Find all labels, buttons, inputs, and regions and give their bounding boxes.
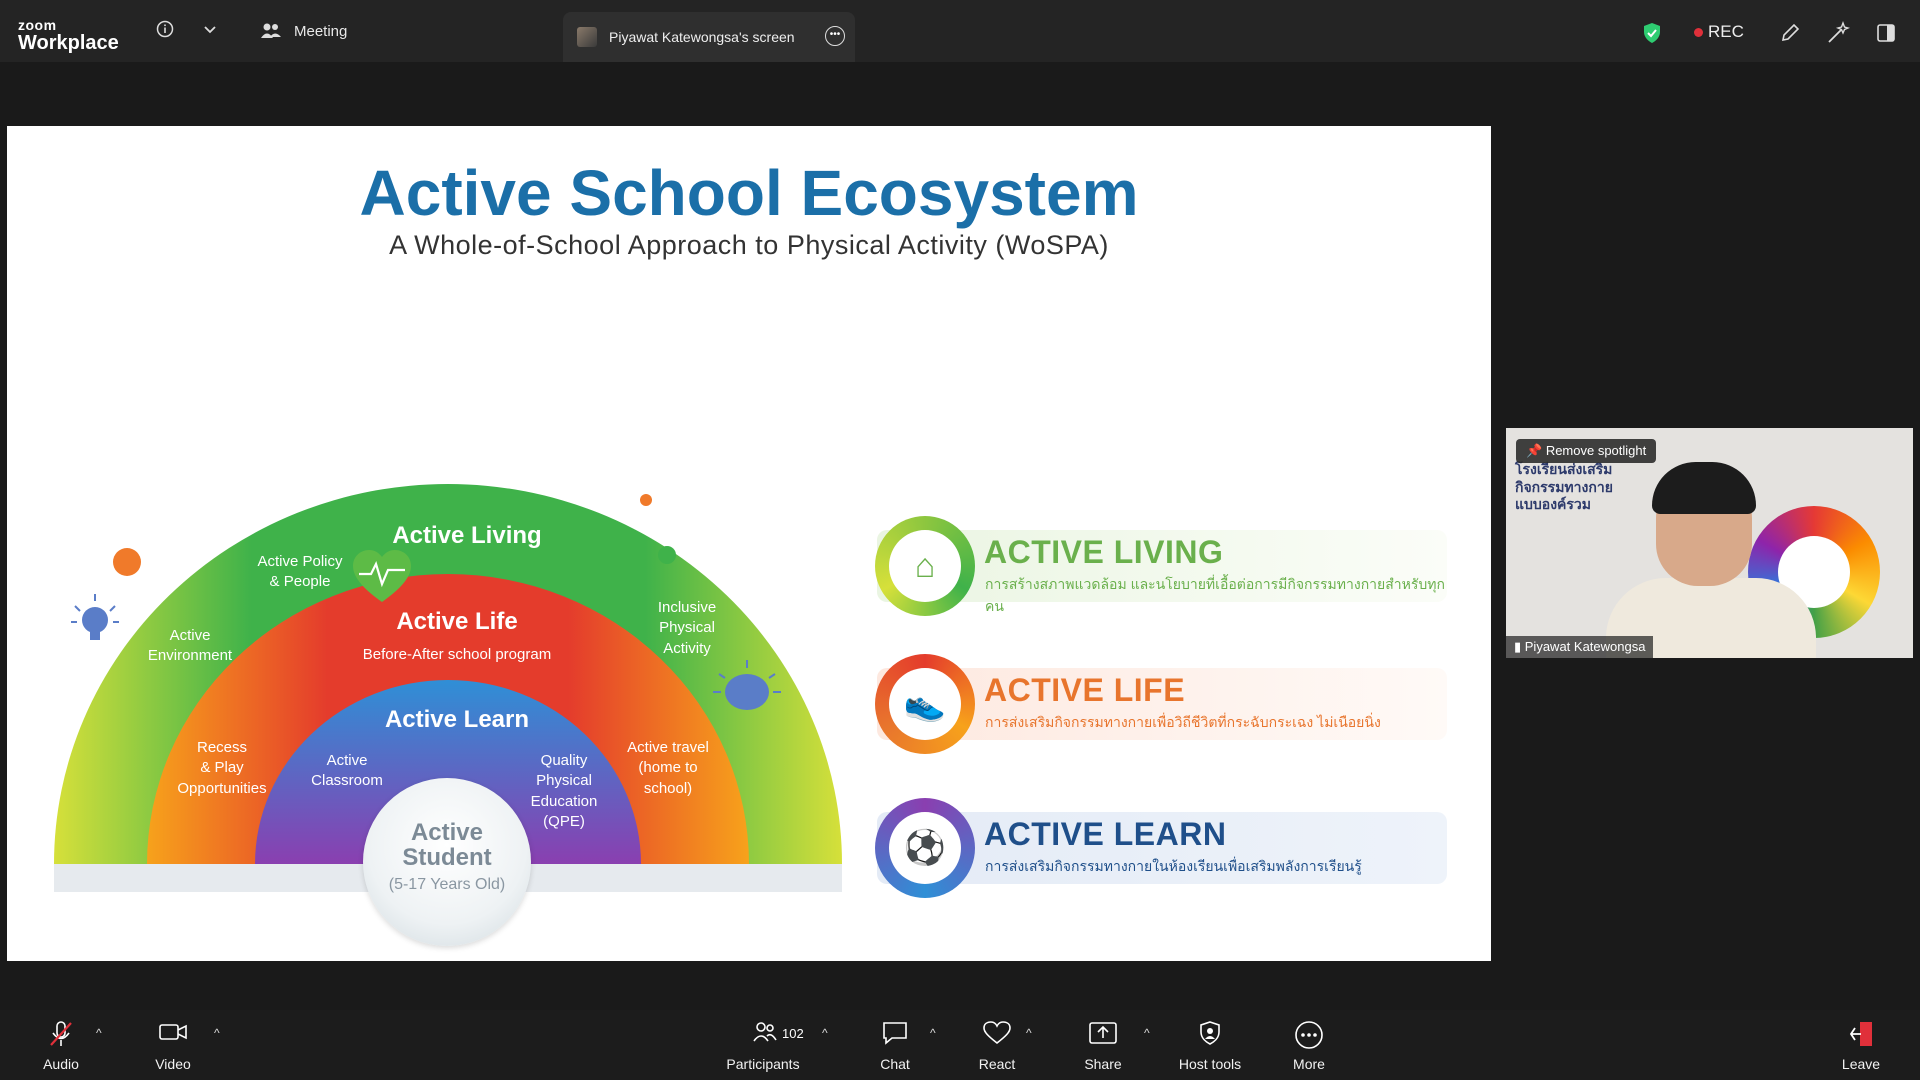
active-learn-title: Active Learn: [384, 706, 530, 733]
logo-big-text: Workplace: [18, 32, 119, 54]
active-environment-caption: Active Environment: [147, 627, 233, 665]
meeting-controls-bar: Audio ^ Video ^ 102 Participants ^ Chat …: [0, 1010, 1920, 1080]
security-shield-icon[interactable]: [1642, 22, 1662, 49]
chat-caret-icon[interactable]: ^: [930, 1026, 936, 1040]
share-screen-icon: [1088, 1020, 1118, 1051]
chat-bubble-icon: [881, 1020, 909, 1051]
more-options-icon[interactable]: •••: [825, 26, 845, 46]
zoom-logo: zoom Workplace: [18, 18, 119, 53]
pill-living-heading: ACTIVE LIVING: [984, 534, 1224, 570]
audio-caret-icon[interactable]: ^: [96, 1026, 102, 1040]
screen-share-tab-label: Piyawat Katewongsa's screen: [609, 29, 795, 45]
thai-line-3: แบบองค์รวม: [1515, 496, 1592, 512]
react-caret-icon[interactable]: ^: [1026, 1026, 1032, 1040]
share-button[interactable]: Share: [1078, 1010, 1128, 1080]
thai-line-2: กิจกรรมทางกาย: [1515, 478, 1613, 495]
active-policy-caption: Active Policy & People: [257, 553, 343, 591]
pill-active-living: ⌂ ACTIVE LIVING การสร้างสภาพแวดล้อม และน…: [875, 516, 1447, 616]
remove-spotlight-label: Remove spotlight: [1545, 443, 1647, 458]
green-dot-decoration: [658, 546, 676, 564]
share-label: Share: [1084, 1056, 1122, 1072]
audio-button[interactable]: Audio: [36, 1010, 86, 1080]
shared-screen: Active School Ecosystem A Whole-of-Schoo…: [7, 126, 1491, 961]
active-student-age: (5-17 Years Old): [388, 876, 506, 894]
pill-life-heading: ACTIVE LIFE: [984, 672, 1186, 708]
participants-button[interactable]: 102 Participants: [722, 1010, 804, 1080]
participant-name-tag: ▮ Piyawat Katewongsa: [1506, 636, 1654, 658]
pill-learn-desc: การส่งเสริมกิจกรรมทางกายในห้องเรียนเพื่อ…: [985, 858, 1362, 874]
participants-caret-icon[interactable]: ^: [822, 1026, 828, 1040]
meeting-tab[interactable]: Meeting: [260, 22, 347, 40]
chevron-down-icon[interactable]: [203, 22, 217, 41]
active-student-title: Active Student: [402, 819, 492, 872]
pill-active-learn: ⚽ ACTIVE LEARN การส่งเสริมกิจกรรมทางกายใ…: [875, 798, 1447, 898]
participant-name: Piyawat Katewongsa: [1524, 639, 1646, 654]
info-icon[interactable]: [156, 20, 174, 43]
leave-door-icon: [1847, 1020, 1875, 1053]
signal-bars-icon: ▮: [1514, 639, 1525, 654]
participant-hair: [1652, 462, 1756, 514]
more-button[interactable]: More: [1284, 1010, 1334, 1080]
participants-count: 102: [782, 1026, 804, 1041]
background-thai-text: โรงเรียนส่งเสริม กิจกรรมทางกาย แบบองค์รว…: [1515, 461, 1613, 514]
side-panel-icon[interactable]: [1876, 22, 1896, 49]
recording-dot-icon: [1694, 27, 1703, 37]
thai-line-1: โรงเรียนส่งเสริม: [1515, 461, 1613, 477]
host-tools-button[interactable]: Host tools: [1170, 1010, 1250, 1080]
active-student-circle: Active Student (5-17 Years Old): [363, 778, 531, 946]
share-caret-icon[interactable]: ^: [1144, 1026, 1150, 1040]
remove-spotlight-button[interactable]: 📌 Remove spotlight: [1516, 439, 1657, 463]
video-caret-icon[interactable]: ^: [214, 1026, 220, 1040]
active-travel-caption: Active travel (home to school): [627, 739, 709, 797]
lightbulb-icon: [71, 594, 119, 640]
chat-button[interactable]: Chat: [870, 1010, 920, 1080]
screen-share-tab[interactable]: Piyawat Katewongsa's screen •••: [563, 12, 855, 62]
active-life-title: Active Life: [396, 608, 518, 635]
meeting-tab-label: Meeting: [294, 22, 348, 40]
participants-icon: [752, 1020, 778, 1049]
more-dots-icon: [1294, 1020, 1324, 1055]
heart-react-icon: [982, 1020, 1012, 1051]
microphone-muted-icon: [48, 1020, 74, 1053]
video-camera-icon: [158, 1020, 188, 1049]
pill-learn-heading: ACTIVE LEARN: [984, 816, 1227, 852]
orange-dot-decoration: [113, 548, 141, 576]
orange-dot-small-decoration: [640, 494, 652, 506]
active-life-shoe-icon: 👟: [875, 654, 975, 754]
participant-video-tile[interactable]: โรงเรียนส่งเสริม กิจกรรมทางกาย แบบองค์รว…: [1506, 428, 1913, 658]
chat-label: Chat: [880, 1056, 910, 1072]
active-life-subtitle: Before-After school program: [362, 646, 552, 663]
more-label: More: [1293, 1056, 1325, 1072]
recess-caption: Recess & Play Opportunities: [177, 739, 267, 797]
pill-active-life: 👟 ACTIVE LIFE การส่งเสริมกิจกรรมทางกายเพ…: [875, 654, 1447, 754]
rec-label: REC: [1708, 22, 1744, 41]
people-icon: [261, 23, 281, 38]
active-living-title: Active Living: [392, 522, 542, 549]
participants-label: Participants: [726, 1056, 800, 1072]
react-label: React: [978, 1056, 1016, 1072]
active-classroom-caption: Active Classroom: [311, 752, 383, 790]
leave-label: Leave: [1841, 1056, 1881, 1072]
annotate-pen-icon[interactable]: [1779, 22, 1801, 49]
pill-living-desc: การสร้างสภาพแวดล้อม และนโยบายที่เอื้อต่อ…: [985, 576, 1445, 614]
audio-label: Audio: [43, 1056, 79, 1072]
video-label: Video: [155, 1056, 191, 1072]
recording-indicator[interactable]: REC: [1694, 22, 1744, 42]
host-tools-label: Host tools: [1178, 1056, 1242, 1072]
active-living-icon: ⌂: [875, 516, 975, 616]
host-shield-icon: [1198, 1020, 1222, 1051]
logo-small-text: zoom: [18, 17, 57, 33]
pill-life-desc: การส่งเสริมกิจกรรมทางกายเพื่อวิถีชีวิตที…: [985, 714, 1381, 730]
ai-companion-icon[interactable]: [1826, 21, 1851, 50]
pin-icon: 📌: [1526, 443, 1546, 458]
active-learn-ball-icon: ⚽: [875, 798, 975, 898]
leave-button[interactable]: Leave: [1836, 1010, 1886, 1080]
presenter-avatar: [577, 27, 597, 47]
react-button[interactable]: React: [972, 1010, 1022, 1080]
video-button[interactable]: Video: [148, 1010, 198, 1080]
top-bar: zoom Workplace Meeting Piyawat Katewongs…: [0, 0, 1920, 62]
inclusive-pa-caption: Inclusive Physical Activity: [657, 599, 717, 657]
